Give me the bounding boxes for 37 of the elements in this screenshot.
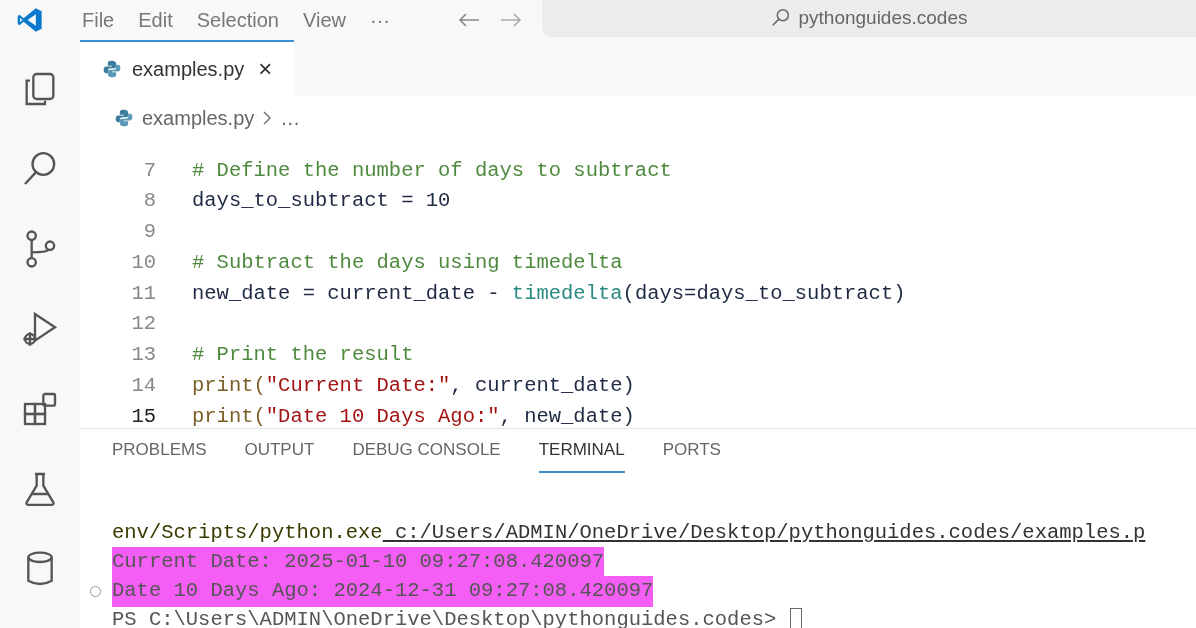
- python-file-icon: [102, 59, 122, 80]
- code-line: print("Date 10 Days Ago:", new_date): [192, 403, 635, 430]
- panel-tab[interactable]: OUTPUT: [244, 437, 315, 473]
- terminal-line: env/Scripts/python.exe c:/Users/ADMIN/OneDrive/Desktop/pythonguides.codes/examples.p: [112, 520, 1146, 547]
- code-line: # Subtract the days using timedelta: [192, 249, 623, 276]
- editor-tab[interactable]: examples.py ×: [80, 40, 295, 97]
- panel-tab[interactable]: PORTS: [662, 437, 721, 473]
- code-line: # Define the number of days to subtract: [192, 157, 672, 184]
- menu-item[interactable]: Edit: [128, 5, 183, 35]
- panel-tab[interactable]: PROBLEMS: [112, 437, 207, 473]
- line-number: 10: [130, 249, 156, 276]
- panel-tab[interactable]: TERMINAL: [538, 437, 625, 473]
- line-number: 8: [142, 188, 156, 215]
- back-arrow-icon[interactable]: [457, 12, 480, 28]
- panel-tab[interactable]: DEBUG CONSOLE: [352, 437, 501, 473]
- python-file-icon: [114, 108, 134, 129]
- breadcrumb-item[interactable]: …: [280, 103, 301, 134]
- code-line: # Print the result: [192, 342, 414, 369]
- close-tab-button[interactable]: ×: [258, 51, 273, 88]
- code-line: days_to_subtract = 10: [192, 188, 451, 215]
- line-number: 15: [130, 403, 156, 430]
- line-number: 12: [130, 311, 156, 338]
- code-line: new_date = current_date - timedelta(days=days_to_subtract): [192, 280, 906, 307]
- line-number: 13: [130, 342, 156, 369]
- menu-item[interactable]: ···: [360, 5, 400, 35]
- menu-item[interactable]: View: [293, 5, 356, 35]
- breadcrumb-item[interactable]: examples.py: [142, 103, 255, 134]
- line-number: 11: [130, 280, 156, 307]
- search-field[interactable]: pythonguides.codes: [541, 0, 1196, 37]
- menu-item[interactable]: Selection: [186, 5, 289, 35]
- chevron-icon: [262, 110, 273, 127]
- line-number: 9: [142, 219, 156, 246]
- code-line: print("Current Date:", current_date): [192, 372, 635, 399]
- app-logo-icon: [16, 6, 44, 34]
- menu-item[interactable]: File: [72, 5, 125, 35]
- line-number: 14: [130, 372, 156, 399]
- line-number: 7: [142, 157, 156, 184]
